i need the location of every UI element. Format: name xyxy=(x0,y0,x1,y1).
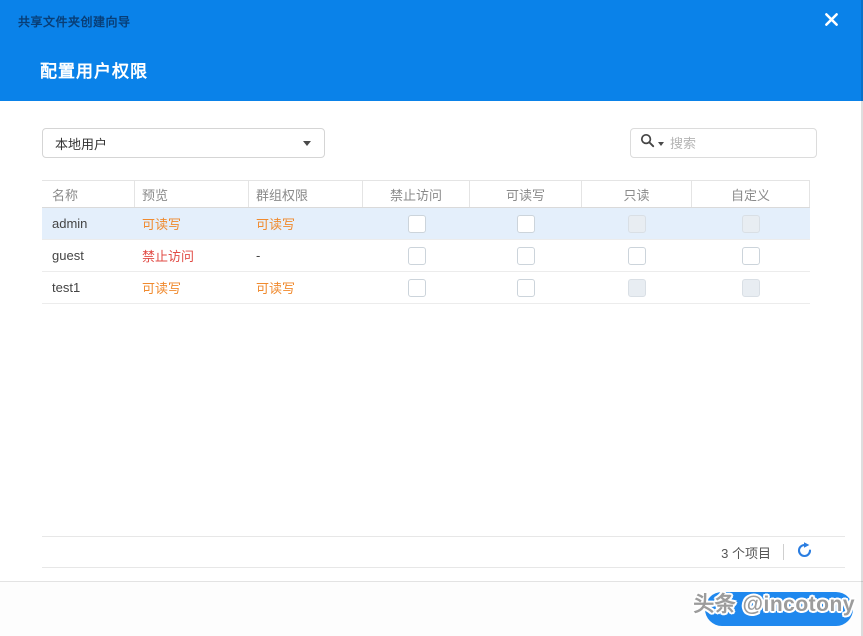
table-row-test1[interactable]: test1 可读写 可读写 xyxy=(42,272,810,304)
checkbox-read-only xyxy=(628,278,646,297)
dialog-body: 本地用户 名称 预览 群组权限 禁止访问 可读 xyxy=(42,101,845,568)
item-count-label: 3 个项目 xyxy=(721,545,771,561)
checkbox-read-only xyxy=(628,214,646,233)
user-name: admin xyxy=(52,216,88,231)
table-header-row: 名称 预览 群组权限 禁止访问 可读写 只读 自定义 xyxy=(42,180,810,208)
checkbox-custom xyxy=(742,278,760,297)
refresh-icon xyxy=(796,542,813,562)
primary-action-button[interactable] xyxy=(705,592,853,626)
column-header-read-write[interactable]: 可读写 xyxy=(470,181,582,207)
close-icon xyxy=(824,12,839,30)
toolbar: 本地用户 xyxy=(42,128,845,158)
column-header-custom[interactable]: 自定义 xyxy=(692,181,810,207)
checkbox-read-write[interactable] xyxy=(517,214,535,233)
preview-permission: 禁止访问 xyxy=(142,249,195,264)
column-header-group[interactable]: 群组权限 xyxy=(249,181,363,207)
checkbox-read-only[interactable] xyxy=(628,246,646,265)
checkbox-read-write[interactable] xyxy=(517,246,535,265)
step-title: 配置用户权限 xyxy=(40,62,148,81)
checkbox-no-access[interactable] xyxy=(407,246,426,265)
checkbox-no-access[interactable] xyxy=(407,278,426,297)
dialog-header: 共享文件夹创建向导 配置用户权限 xyxy=(0,0,863,101)
user-name: test1 xyxy=(52,280,81,295)
group-permission: 可读写 xyxy=(256,281,296,296)
user-type-dropdown-value: 本地用户 xyxy=(55,136,108,152)
close-button[interactable] xyxy=(821,11,841,31)
status-divider xyxy=(783,544,784,560)
column-header-preview[interactable]: 预览 xyxy=(135,181,249,207)
checkbox-custom[interactable] xyxy=(742,246,760,265)
chevron-down-icon xyxy=(303,141,311,146)
column-header-name[interactable]: 名称 xyxy=(42,181,135,207)
permissions-table: 名称 预览 群组权限 禁止访问 可读写 只读 自定义 admin 可读写 可读写 xyxy=(42,180,810,304)
user-type-dropdown[interactable]: 本地用户 xyxy=(42,128,325,158)
search-scope-caret-icon[interactable] xyxy=(658,142,664,146)
refresh-button[interactable] xyxy=(796,542,813,562)
group-permission: - xyxy=(256,248,261,263)
preview-permission: 可读写 xyxy=(142,217,182,232)
checkbox-no-access[interactable] xyxy=(407,214,426,233)
table-row-guest[interactable]: guest 禁止访问 - xyxy=(42,240,810,272)
dialog-footer: 头条 @incotony xyxy=(0,581,863,636)
group-permission: 可读写 xyxy=(256,217,296,232)
column-header-read-only[interactable]: 只读 xyxy=(582,181,692,207)
table-row-admin[interactable]: admin 可读写 可读写 xyxy=(42,208,810,240)
checkbox-custom xyxy=(742,214,760,233)
search-icon[interactable] xyxy=(640,133,655,153)
search-box[interactable] xyxy=(630,128,817,158)
search-input[interactable] xyxy=(670,135,807,151)
user-name: guest xyxy=(52,248,84,263)
status-bar: 3 个项目 xyxy=(42,536,845,568)
empty-area xyxy=(42,304,845,536)
shared-folder-wizard-dialog: 共享文件夹创建向导 配置用户权限 本地用户 搜索 名称 预览 群组权限 禁止访问… xyxy=(0,0,863,636)
column-header-no-access[interactable]: 禁止访问 xyxy=(363,181,470,207)
checkbox-read-write[interactable] xyxy=(517,278,535,297)
preview-permission: 可读写 xyxy=(142,281,182,296)
wizard-title: 共享文件夹创建向导 xyxy=(18,15,131,29)
